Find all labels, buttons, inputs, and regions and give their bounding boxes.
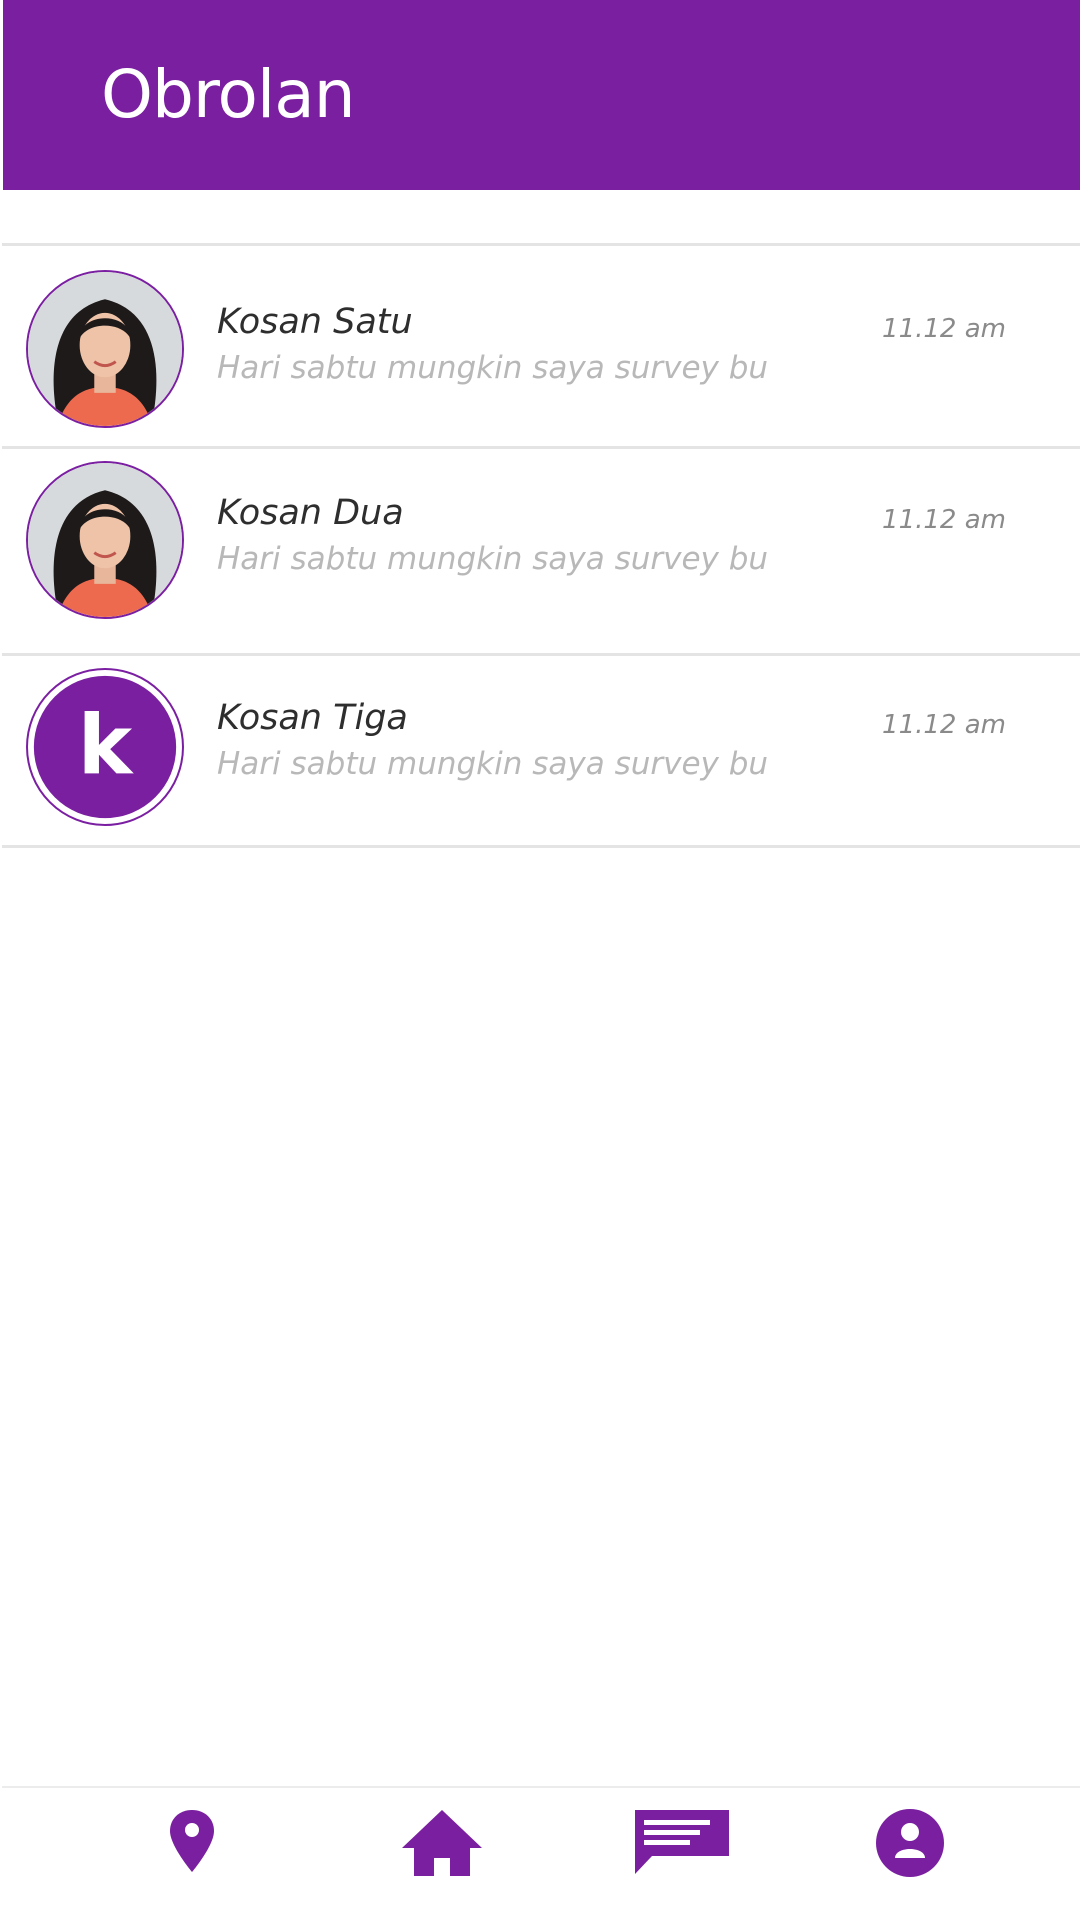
chat-preview: Hari sabtu mungkin saya survey bu (217, 746, 769, 782)
chat-time: 11.12 am (882, 314, 1006, 344)
chat-name: Kosan Satu (217, 302, 413, 342)
chat-list-item[interactable]: Kosan Dua Hari sabtu mungkin saya survey… (2, 449, 1080, 639)
contact-avatar (26, 461, 184, 619)
avatar-photo (28, 463, 182, 617)
contact-avatar (26, 270, 184, 428)
chat-preview: Hari sabtu mungkin saya survey bu (217, 541, 769, 577)
chat-icon (635, 1810, 729, 1874)
bottom-navigation (2, 1786, 1080, 1923)
logo-letter: k (78, 698, 134, 793)
chat-time: 11.12 am (882, 505, 1006, 535)
contact-avatar: k (26, 668, 184, 826)
home-icon (402, 1810, 482, 1876)
page-title: Obrolan (101, 56, 356, 133)
app-logo-icon: k (33, 675, 177, 819)
nav-profile-button[interactable] (855, 1808, 965, 1898)
nav-location-button[interactable] (137, 1808, 247, 1898)
chat-name: Kosan Dua (217, 493, 404, 533)
chat-list-item[interactable]: Kosan Satu Hari sabtu mungkin saya surve… (2, 246, 1080, 436)
nav-chat-button[interactable] (627, 1808, 737, 1898)
divider (2, 845, 1080, 848)
profile-icon (876, 1809, 944, 1877)
chat-preview: Hari sabtu mungkin saya survey bu (217, 350, 769, 386)
chat-name: Kosan Tiga (217, 698, 408, 738)
chat-list-item[interactable]: k Kosan Tiga Hari sabtu mungkin saya sur… (2, 656, 1080, 846)
avatar-photo (28, 272, 182, 426)
chat-time: 11.12 am (882, 710, 1006, 740)
nav-home-button[interactable] (387, 1808, 497, 1898)
map-pin-icon (170, 1810, 214, 1872)
app-header: Obrolan (3, 0, 1080, 190)
